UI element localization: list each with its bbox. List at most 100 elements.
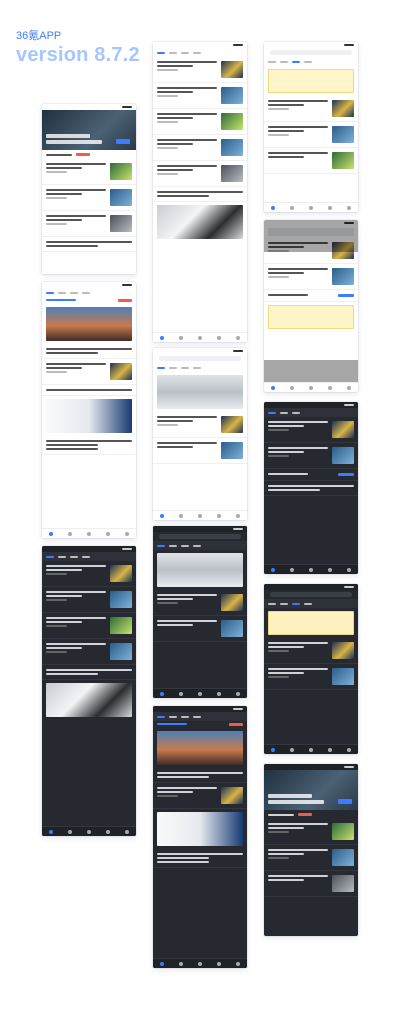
search-input[interactable] (159, 534, 241, 539)
tag-row (42, 150, 136, 159)
ad-header (153, 721, 247, 728)
list-item[interactable] (264, 845, 358, 871)
article-image[interactable] (46, 683, 132, 717)
list-item[interactable] (42, 561, 136, 587)
list-item[interactable] (42, 185, 136, 211)
tab[interactable] (58, 291, 66, 294)
list-item[interactable] (264, 638, 358, 664)
list-item[interactable] (264, 469, 358, 481)
search-input[interactable] (159, 356, 241, 361)
ad-car-image[interactable] (46, 399, 132, 433)
app-title-block: 36氪APP version 8.7.2 (16, 30, 140, 67)
list-item[interactable] (264, 871, 358, 897)
article-thumbnail (110, 215, 132, 232)
article-thumbnail (110, 163, 132, 180)
app-version-label: version 8.7.2 (16, 44, 140, 66)
notice-banner[interactable] (268, 305, 354, 329)
list-item[interactable] (42, 665, 136, 680)
list-item[interactable] (264, 96, 358, 122)
feature-image[interactable] (157, 375, 243, 409)
list-item[interactable] (153, 616, 247, 642)
list-item[interactable] (153, 109, 247, 135)
list-item[interactable] (264, 417, 358, 443)
list-item[interactable] (42, 587, 136, 613)
article-thumbnail (221, 139, 243, 156)
hero-badge (338, 799, 352, 804)
search-input[interactable] (270, 592, 352, 597)
battery-icon (122, 106, 132, 108)
article-thumbnail (221, 416, 243, 433)
channel-tabs (264, 408, 358, 417)
hero-banner[interactable] (42, 110, 136, 150)
list-item[interactable] (42, 385, 136, 396)
list-item[interactable] (42, 159, 136, 185)
article-image[interactable] (157, 205, 243, 239)
list-item[interactable] (42, 237, 136, 252)
list-item[interactable] (264, 290, 358, 302)
action-button[interactable] (338, 294, 354, 297)
list-item[interactable] (264, 122, 358, 148)
list-item[interactable] (264, 664, 358, 690)
feature-image[interactable] (157, 553, 243, 587)
list-item[interactable] (153, 57, 247, 83)
status-bar (153, 42, 247, 48)
list-item[interactable] (42, 639, 136, 665)
ad-car-image[interactable] (157, 812, 243, 846)
tag-row (264, 810, 358, 819)
home-icon[interactable] (49, 531, 54, 536)
bottom-tab-bar (153, 510, 247, 520)
list-item[interactable] (42, 344, 136, 359)
list-item[interactable] (153, 161, 247, 187)
bottom-tab-bar (42, 528, 136, 538)
profile-icon[interactable] (124, 531, 129, 536)
battery-icon (122, 284, 132, 286)
action-button[interactable] (338, 473, 354, 476)
list-item[interactable] (153, 768, 247, 783)
bottom-tab-bar (153, 958, 247, 968)
list-item[interactable] (264, 443, 358, 469)
status-bar (42, 546, 136, 552)
search-input[interactable] (270, 50, 352, 55)
bottom-tab-bar (264, 744, 358, 754)
list-item[interactable] (153, 135, 247, 161)
article-thumbnail (221, 594, 243, 611)
discover-icon[interactable] (86, 531, 91, 536)
hero-badge (116, 139, 130, 144)
ad-image[interactable] (157, 731, 243, 765)
list-item[interactable] (264, 481, 358, 496)
list-item[interactable] (153, 590, 247, 616)
list-item[interactable] (264, 819, 358, 845)
notice-banner[interactable] (268, 611, 354, 635)
list-item[interactable] (42, 436, 136, 455)
tab[interactable] (82, 291, 90, 294)
article-thumbnail (332, 668, 354, 685)
channel-tabs (264, 599, 358, 608)
list-item[interactable] (153, 83, 247, 109)
list-item[interactable] (153, 849, 247, 868)
status-bar (153, 706, 247, 712)
list-item[interactable] (153, 187, 247, 202)
tab-active[interactable] (46, 291, 54, 294)
list-item[interactable] (42, 613, 136, 639)
battery-icon (122, 548, 132, 550)
list-item[interactable] (264, 148, 358, 174)
list-item[interactable] (42, 211, 136, 237)
list-item[interactable] (153, 438, 247, 464)
news-icon[interactable] (68, 531, 73, 536)
message-icon[interactable] (105, 531, 110, 536)
article-thumbnail (332, 100, 354, 117)
ad-header (42, 297, 136, 304)
list-item[interactable] (153, 412, 247, 438)
channel-tabs (153, 48, 247, 57)
list-item[interactable] (153, 783, 247, 809)
article-thumbnail (110, 643, 132, 660)
status-bar (264, 402, 358, 408)
list-item[interactable] (264, 264, 358, 290)
screen-light-city-feed (153, 348, 247, 520)
screen-light-feed (153, 42, 247, 342)
list-item[interactable] (42, 359, 136, 385)
hero-banner[interactable] (264, 770, 358, 810)
ad-image[interactable] (46, 307, 132, 341)
tab[interactable] (70, 291, 78, 294)
notice-banner[interactable] (268, 69, 354, 93)
